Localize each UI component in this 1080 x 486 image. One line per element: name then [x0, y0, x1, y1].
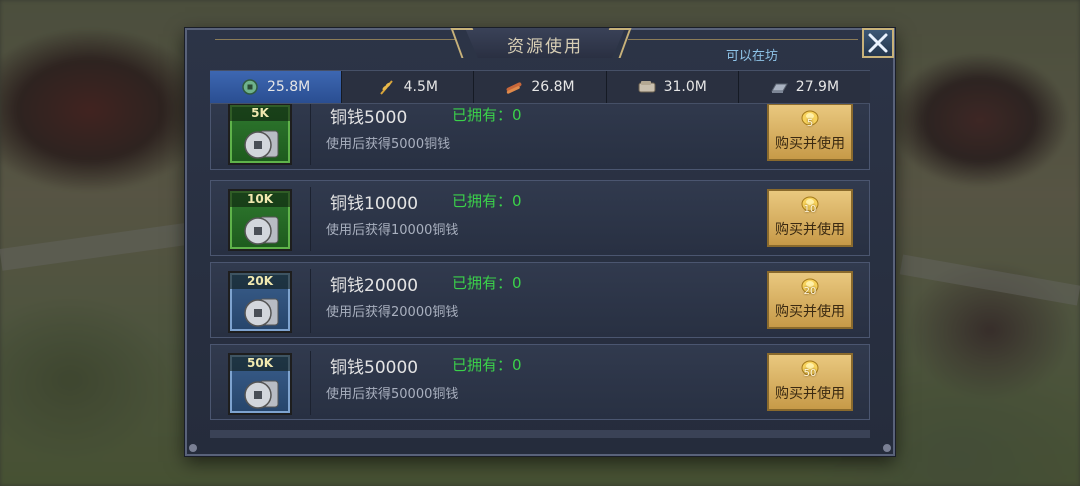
tab-wood[interactable]: 26.8M	[474, 71, 607, 103]
stone-icon	[638, 81, 656, 93]
list-item: 50K 铜钱50000 已拥有：0 使用后获得50000铜钱 50 购买并使用	[210, 344, 870, 420]
item-description: 使用后获得10000铜钱	[326, 223, 459, 238]
buy-and-use-button[interactable]: 5 购买并使用	[767, 104, 853, 161]
item-badge: 50K	[230, 355, 290, 371]
tab-value: 27.9M	[795, 79, 840, 95]
close-icon	[868, 33, 888, 53]
owned-count: 已拥有：0	[452, 192, 522, 210]
resource-tabs: 25.8M 4.5M 26.8M 31.0M 27.9M	[210, 70, 870, 104]
tab-value: 26.8M	[531, 79, 575, 95]
list-bottom-edge	[210, 430, 870, 438]
buy-label: 购买并使用	[775, 304, 845, 320]
item-icon: 5K	[228, 104, 292, 165]
cost-value: 50	[803, 368, 817, 379]
coin-stack-icon	[244, 380, 279, 409]
item-description: 使用后获得50000铜钱	[326, 387, 459, 402]
item-icon: 20K	[228, 271, 292, 333]
grain-icon	[379, 80, 393, 95]
owned-count: 已拥有：0	[452, 274, 522, 292]
coin-stack-icon	[244, 130, 279, 159]
item-name: 铜钱20000	[330, 276, 419, 296]
iron-icon	[770, 83, 788, 93]
cost-value: 5	[806, 118, 814, 129]
tab-grain[interactable]: 4.5M	[342, 71, 475, 103]
item-badge: 5K	[230, 105, 290, 121]
item-name: 铜钱50000	[330, 358, 419, 378]
coin-stack-icon	[244, 298, 279, 327]
coin-stack-icon	[244, 216, 279, 245]
dialog-title: 资源使用	[507, 37, 583, 57]
cost-value: 10	[803, 204, 817, 215]
item-description: 使用后获得5000铜钱	[326, 137, 451, 152]
item-description: 使用后获得20000铜钱	[326, 305, 459, 320]
close-button[interactable]	[862, 28, 894, 58]
buy-and-use-button[interactable]: 10 购买并使用	[767, 189, 853, 247]
tab-copper[interactable]: 25.8M	[210, 71, 343, 103]
item-name: 铜钱10000	[330, 194, 419, 214]
buy-and-use-button[interactable]: 50 购买并使用	[767, 353, 853, 411]
list-item: 10K 铜钱10000 已拥有：0 使用后获得10000铜钱 10 购买并使用	[210, 180, 870, 256]
owned-count: 已拥有：0	[452, 356, 522, 374]
item-badge: 20K	[230, 273, 290, 289]
item-name: 铜钱5000	[330, 108, 408, 128]
buy-and-use-button[interactable]: 20 购买并使用	[767, 271, 853, 329]
tab-iron[interactable]: 27.9M	[739, 71, 870, 103]
item-icon: 50K	[228, 353, 292, 415]
tab-value: 31.0M	[663, 79, 707, 95]
cost-value: 20	[803, 286, 817, 297]
buy-label: 购买并使用	[775, 222, 845, 238]
tab-stone[interactable]: 31.0M	[607, 71, 739, 103]
item-badge: 10K	[230, 191, 290, 207]
list-item: 5K 铜钱5000 已拥有：0 使用后获得5000铜钱 5 购买并使用	[210, 104, 870, 170]
list-item: 20K 铜钱20000 已拥有：0 使用后获得20000铜钱 20 购买并使用	[210, 262, 870, 338]
item-list[interactable]: 5K 铜钱5000 已拥有：0 使用后获得5000铜钱 5 购买并使用 10K	[210, 104, 870, 438]
tab-value: 4.5M	[403, 79, 438, 95]
buy-label: 购买并使用	[775, 136, 845, 152]
item-icon: 10K	[228, 189, 292, 251]
copper-coin-icon	[242, 79, 258, 95]
owned-count: 已拥有：0	[452, 106, 522, 124]
hint-text: 可以在坊	[726, 49, 779, 64]
buy-label: 购买并使用	[775, 386, 845, 402]
tab-value: 25.8M	[266, 79, 311, 95]
wood-icon	[506, 82, 522, 94]
